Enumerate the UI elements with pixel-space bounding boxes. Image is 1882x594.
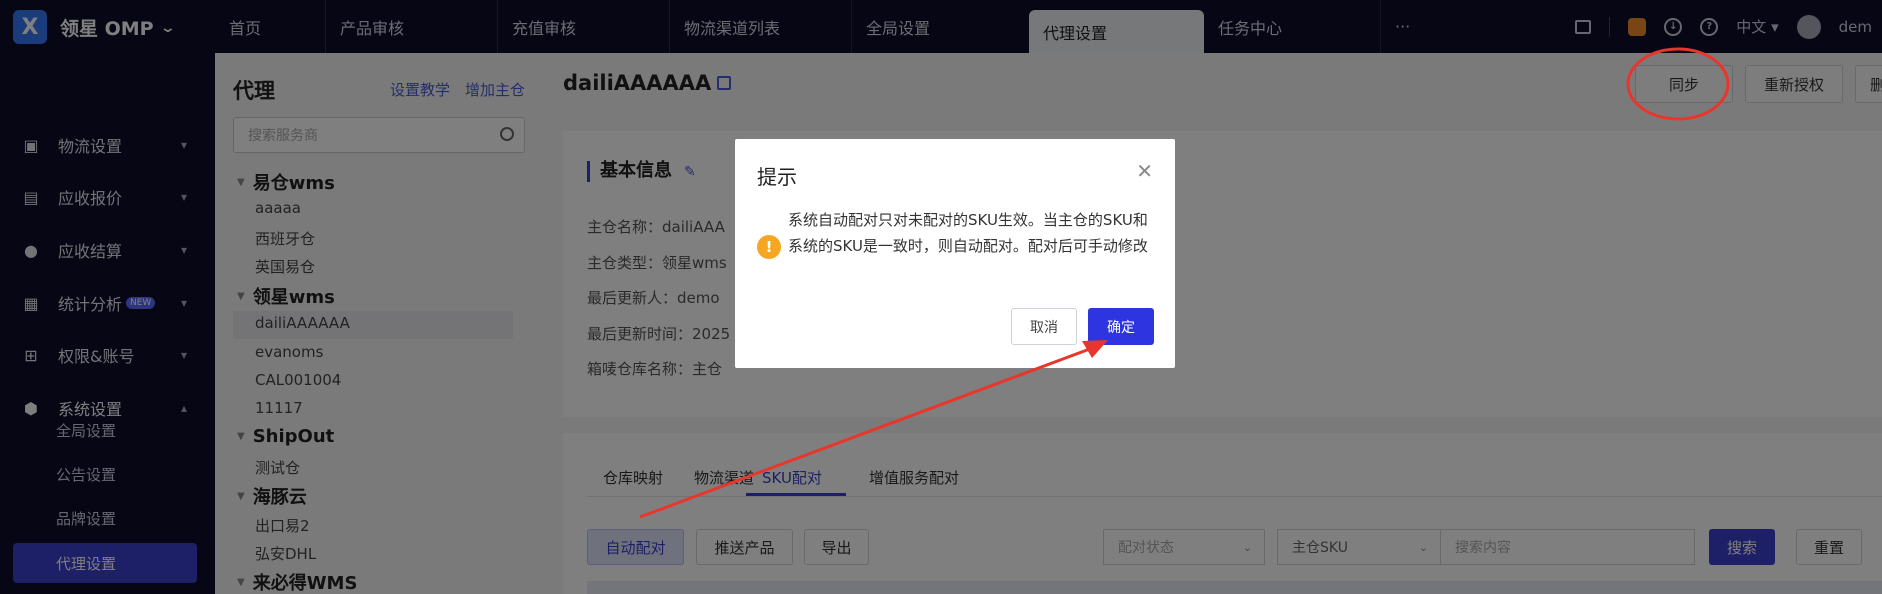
cancel-button[interactable]: 取消 [1011,308,1077,345]
close-icon[interactable]: ✕ [1136,159,1153,183]
confirm-button[interactable]: 确定 [1088,308,1154,345]
dialog-title: 提示 [757,165,797,189]
warning-icon: ! [757,235,781,259]
confirm-dialog: 提示 ✕ ! 系统自动配对只对未配对的SKU生效。当主仓的SKU和系统的SKU是… [735,139,1175,368]
dialog-message: 系统自动配对只对未配对的SKU生效。当主仓的SKU和系统的SKU是一致时，则自动… [788,211,1148,255]
